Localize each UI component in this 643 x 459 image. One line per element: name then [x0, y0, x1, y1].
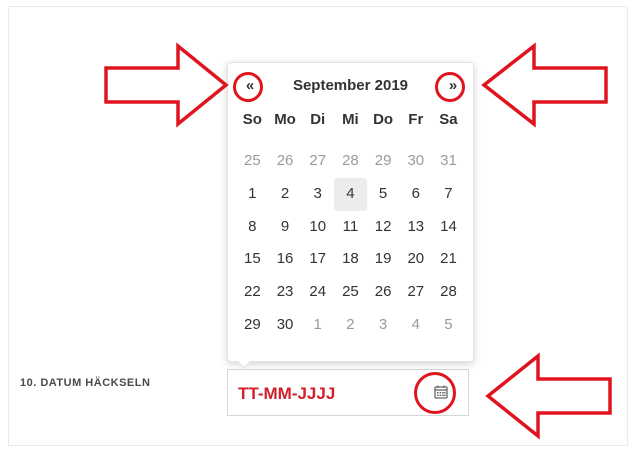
date-input[interactable]: [236, 380, 400, 408]
day-cell[interactable]: 18: [334, 243, 367, 276]
weekday-label: Fr: [408, 111, 424, 128]
highlight-circle-prev: [233, 72, 263, 102]
datepicker-day-grid: 25 26 27 28 29 30 31 1 2 3 4 5 6 7 8 9 1…: [236, 145, 465, 342]
day-cell[interactable]: 3: [301, 178, 334, 211]
weekday-header-row: So Mo Di Mi Do Fr Sa: [236, 111, 465, 128]
highlight-circle-calendar: [414, 372, 456, 414]
day-cell[interactable]: 14: [432, 211, 465, 244]
day-cell[interactable]: 21: [432, 243, 465, 276]
day-cell[interactable]: 29: [236, 309, 269, 342]
datepicker-header: « September 2019 »: [234, 73, 467, 99]
day-cell[interactable]: 29: [367, 145, 400, 178]
day-cell[interactable]: 17: [301, 243, 334, 276]
day-cell[interactable]: 31: [432, 145, 465, 178]
day-cell[interactable]: 27: [399, 276, 432, 309]
day-cell[interactable]: 26: [367, 276, 400, 309]
datepicker-caret: [236, 360, 252, 369]
red-arrow-left-icon: [481, 42, 608, 128]
day-cell[interactable]: 20: [399, 243, 432, 276]
datepicker-month-title[interactable]: September 2019: [264, 73, 437, 99]
day-cell[interactable]: 26: [269, 145, 302, 178]
day-cell[interactable]: 12: [367, 211, 400, 244]
day-cell[interactable]: 22: [236, 276, 269, 309]
weekday-label: Do: [373, 111, 394, 128]
day-cell[interactable]: 11: [334, 211, 367, 244]
weekday-label: Mi: [342, 111, 359, 128]
day-cell[interactable]: 2: [334, 309, 367, 342]
weekday-label: Sa: [439, 111, 458, 128]
field-label-datum-haeckseln: 10. DATUM HÄCKSELN: [20, 377, 151, 389]
day-cell[interactable]: 2: [269, 178, 302, 211]
day-cell[interactable]: 13: [399, 211, 432, 244]
day-cell[interactable]: 16: [269, 243, 302, 276]
day-cell-today[interactable]: 4: [334, 177, 367, 211]
day-cell[interactable]: 28: [432, 276, 465, 309]
day-cell[interactable]: 15: [236, 243, 269, 276]
day-cell[interactable]: 8: [236, 211, 269, 244]
day-cell[interactable]: 27: [301, 145, 334, 178]
day-cell[interactable]: 1: [301, 309, 334, 342]
day-cell[interactable]: 1: [236, 178, 269, 211]
red-arrow-left-icon: [485, 352, 612, 440]
day-cell[interactable]: 19: [367, 243, 400, 276]
day-cell[interactable]: 9: [269, 211, 302, 244]
day-cell[interactable]: 5: [367, 178, 400, 211]
weekday-label: Di: [310, 111, 326, 128]
day-cell[interactable]: 3: [367, 309, 400, 342]
weekday-label: Mo: [274, 111, 296, 128]
day-cell[interactable]: 24: [301, 276, 334, 309]
datepicker-popup: « September 2019 » So Mo Di Mi Do Fr Sa …: [227, 62, 474, 369]
day-cell[interactable]: 5: [432, 309, 465, 342]
day-cell[interactable]: 6: [399, 178, 432, 211]
day-cell[interactable]: 23: [269, 276, 302, 309]
day-cell[interactable]: 4: [399, 309, 432, 342]
day-cell[interactable]: 30: [269, 309, 302, 342]
day-cell[interactable]: 30: [399, 145, 432, 178]
day-cell[interactable]: 7: [432, 178, 465, 211]
red-arrow-right-icon: [104, 42, 229, 128]
weekday-label: So: [242, 111, 262, 128]
day-cell[interactable]: 25: [236, 145, 269, 178]
highlight-circle-next: [435, 72, 465, 102]
day-cell[interactable]: 25: [334, 276, 367, 309]
day-cell[interactable]: 10: [301, 211, 334, 244]
day-cell[interactable]: 28: [334, 145, 367, 178]
